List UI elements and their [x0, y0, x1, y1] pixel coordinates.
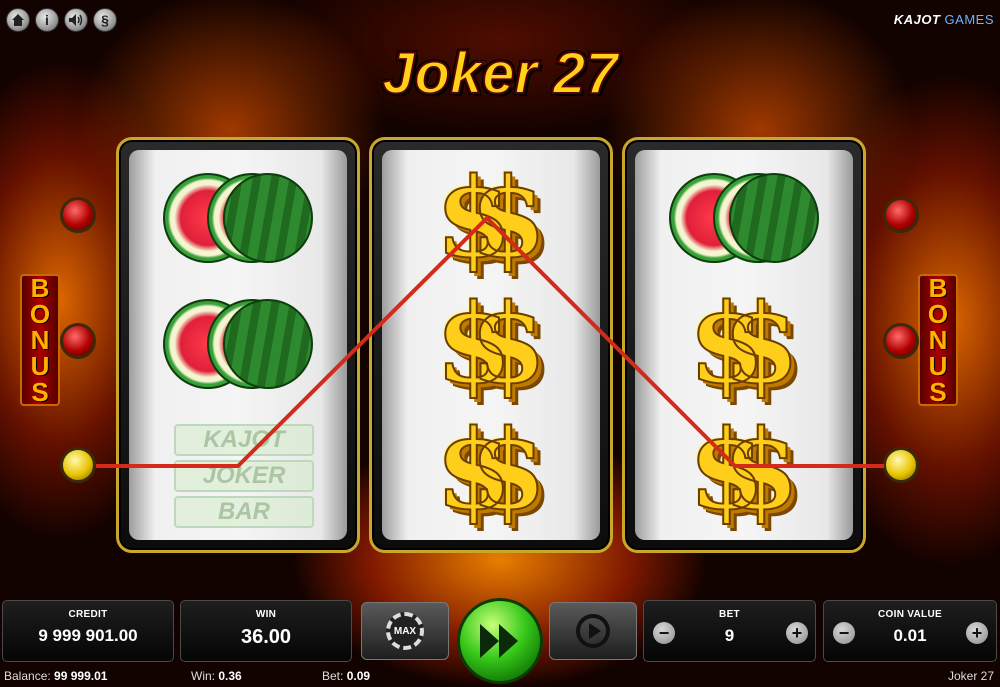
- autoplay-button[interactable]: [549, 602, 637, 660]
- fast-forward-icon: [480, 624, 518, 658]
- bet-increase-button[interactable]: +: [786, 622, 808, 644]
- win-value: 36.00: [240, 626, 292, 648]
- coin-increase-button[interactable]: +: [966, 622, 988, 644]
- spin-button[interactable]: [457, 598, 543, 684]
- max-chip-icon: MAX: [386, 612, 424, 650]
- status-game-name: Joker 27: [947, 669, 994, 683]
- credit-display: CREDIT 9 999 901.00: [2, 600, 174, 662]
- coin-value-label: COIN VALUE: [878, 609, 942, 620]
- replay-icon: [576, 614, 610, 648]
- credit-value: 9 999 901.00: [38, 626, 138, 645]
- status-bet: Bet: 0.09: [322, 669, 371, 683]
- win-label: WIN: [255, 609, 277, 620]
- bet-label: BET: [719, 609, 740, 620]
- bet-decrease-button[interactable]: −: [653, 622, 675, 644]
- coin-decrease-button[interactable]: −: [833, 622, 855, 644]
- win-display: WIN 36.00: [180, 600, 352, 662]
- status-win: Win: 0.36: [191, 669, 242, 683]
- max-bet-button[interactable]: MAX: [361, 602, 449, 660]
- win-line: [96, 216, 884, 468]
- game-screen: i § KAJOT GAMES Joker 27 BONUS BONUS KAJ…: [0, 0, 1000, 687]
- status-balance: Balance: 99 999.01: [4, 669, 108, 683]
- credit-label: CREDIT: [68, 609, 108, 620]
